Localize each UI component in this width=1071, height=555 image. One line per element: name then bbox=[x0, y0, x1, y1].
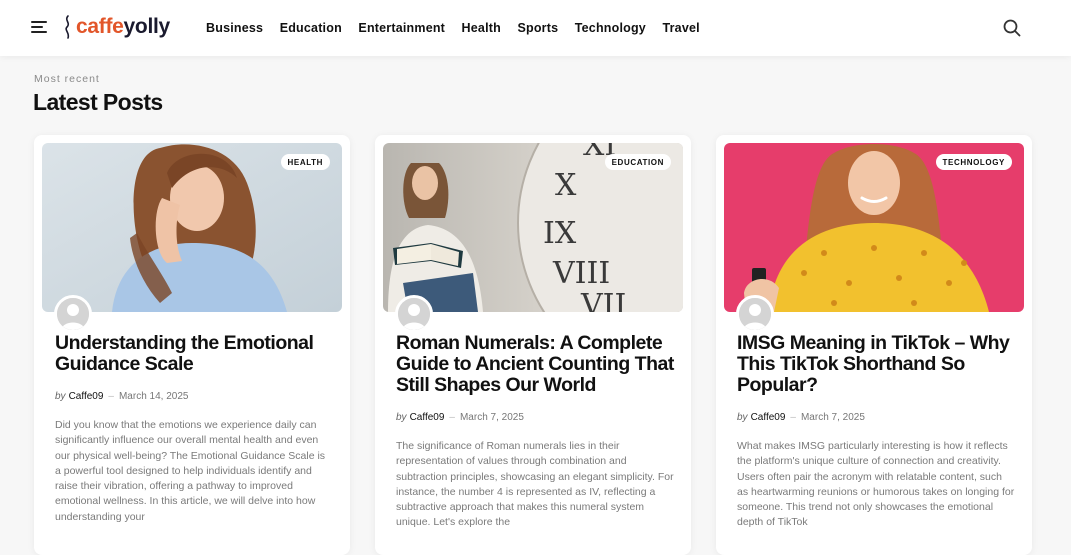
clock-numeral-7: VII bbox=[580, 288, 626, 312]
by-label: by bbox=[396, 412, 407, 423]
category-badge[interactable]: TECHNOLOGY bbox=[935, 154, 1012, 170]
site-header: caffeyolly Business Education Entertainm… bbox=[0, 0, 1071, 56]
site-logo[interactable]: caffeyolly bbox=[62, 12, 170, 42]
nav-item-entertainment[interactable]: Entertainment bbox=[358, 21, 445, 35]
by-label: by bbox=[55, 391, 66, 402]
author-name[interactable]: Caffe09 bbox=[751, 412, 786, 423]
main-nav: Business Education Entertainment Health … bbox=[206, 0, 716, 56]
category-badge[interactable]: EDUCATION bbox=[604, 154, 671, 170]
search-button[interactable] bbox=[1002, 18, 1022, 38]
post-title[interactable]: Roman Numerals: A Complete Guide to Anci… bbox=[396, 333, 676, 396]
post-excerpt: What makes IMSG particularly interesting… bbox=[737, 440, 1015, 529]
nav-item-technology[interactable]: Technology bbox=[575, 21, 646, 35]
by-label: by bbox=[737, 412, 748, 423]
post-card[interactable]: XI X IX VIII VII EDUCATION Roman Numeral… bbox=[375, 135, 691, 555]
menu-icon[interactable] bbox=[31, 20, 47, 34]
section-title: Latest Posts bbox=[33, 89, 163, 115]
section-eyebrow: Most recent bbox=[34, 73, 100, 85]
post-meta: by Caffe09– March 7, 2025 bbox=[737, 412, 865, 423]
post-card[interactable]: TECHNOLOGY IMSG Meaning in TikTok – Why … bbox=[716, 135, 1032, 555]
nav-item-education[interactable]: Education bbox=[280, 21, 342, 35]
post-card[interactable]: HEALTH Understanding the Emotional Guida… bbox=[34, 135, 350, 555]
author-name[interactable]: Caffe09 bbox=[410, 412, 445, 423]
post-date: March 7, 2025 bbox=[800, 412, 865, 423]
post-meta: by Caffe09– March 14, 2025 bbox=[55, 391, 189, 402]
clock-numeral-9: IX bbox=[543, 216, 577, 251]
avatar-placeholder-icon bbox=[398, 298, 430, 330]
post-title[interactable]: IMSG Meaning in TikTok – Why This TikTok… bbox=[737, 333, 1017, 396]
steam-icon bbox=[65, 15, 70, 39]
logo-text: caffeyolly bbox=[76, 15, 170, 38]
nav-item-sports[interactable]: Sports bbox=[517, 21, 558, 35]
post-date: March 14, 2025 bbox=[118, 391, 189, 402]
post-meta: by Caffe09– March 7, 2025 bbox=[396, 412, 524, 423]
author-name[interactable]: Caffe09 bbox=[69, 391, 104, 402]
nav-item-business[interactable]: Business bbox=[206, 21, 263, 35]
clock-numeral-10: X bbox=[555, 168, 577, 203]
nav-item-health[interactable]: Health bbox=[462, 21, 501, 35]
category-badge[interactable]: HEALTH bbox=[280, 154, 330, 170]
author-avatar[interactable] bbox=[395, 295, 433, 333]
author-avatar[interactable] bbox=[736, 295, 774, 333]
post-date: March 7, 2025 bbox=[459, 412, 524, 423]
nav-item-travel[interactable]: Travel bbox=[662, 21, 699, 35]
post-title[interactable]: Understanding the Emotional Guidance Sca… bbox=[55, 333, 335, 375]
search-icon bbox=[1003, 19, 1021, 37]
author-avatar[interactable] bbox=[54, 295, 92, 333]
avatar-placeholder-icon bbox=[739, 298, 771, 330]
clock-numeral-8: VIII bbox=[552, 256, 610, 291]
post-excerpt: Did you know that the emotions we experi… bbox=[55, 419, 326, 523]
post-excerpt: The significance of Roman numerals lies … bbox=[396, 440, 674, 529]
avatar-placeholder-icon bbox=[57, 298, 89, 330]
